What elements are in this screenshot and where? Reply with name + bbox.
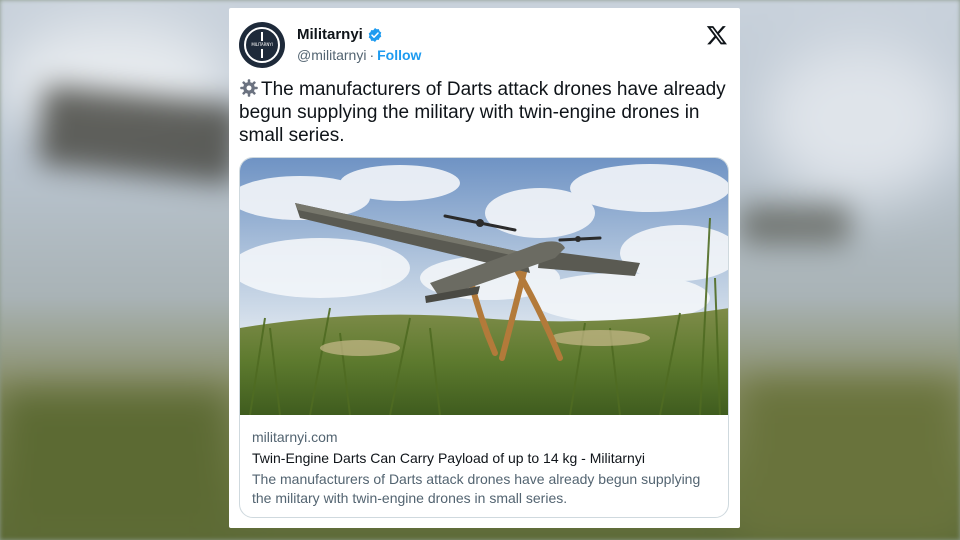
link-title[interactable]: Twin-Engine Darts Can Carry Payload of u…	[252, 449, 716, 467]
tweet-card: MILITARNYI Militarnyi @militarnyi · Follow	[229, 8, 740, 528]
gear-icon	[240, 79, 258, 97]
handle-row: @militarnyi · Follow	[297, 47, 421, 63]
avatar-logo-text: MILITARNYI	[248, 41, 276, 49]
background-wing	[740, 205, 850, 245]
link-preview-meta: militarnyi.com Twin-Engine Darts Can Car…	[252, 428, 716, 508]
verified-badge-icon	[368, 27, 382, 42]
link-preview-card[interactable]: militarnyi.com Twin-Engine Darts Can Car…	[239, 157, 729, 518]
background-grass	[740, 380, 960, 540]
tweet-header: MILITARNYI Militarnyi @militarnyi · Follow	[239, 22, 730, 70]
link-description: The manufacturers of Darts attack drones…	[252, 471, 701, 506]
tweet-text: The manufacturers of Darts attack drones…	[239, 78, 729, 147]
account-handle[interactable]: @militarnyi	[297, 47, 366, 63]
follow-button[interactable]: Follow	[377, 47, 421, 63]
background-cloud	[760, 40, 960, 200]
avatar-logo: MILITARNYI	[244, 27, 280, 63]
tweet-body: The manufacturers of Darts attack drones…	[239, 79, 726, 146]
account-name[interactable]: Militarnyi	[297, 26, 363, 43]
name-row: Militarnyi	[297, 26, 383, 43]
separator: ·	[369, 47, 375, 63]
drone-photo[interactable]	[240, 158, 729, 415]
background-grass	[0, 390, 230, 540]
avatar[interactable]: MILITARNYI	[239, 22, 285, 68]
x-logo-icon[interactable]	[706, 24, 728, 46]
link-domain[interactable]: militarnyi.com	[252, 428, 716, 446]
